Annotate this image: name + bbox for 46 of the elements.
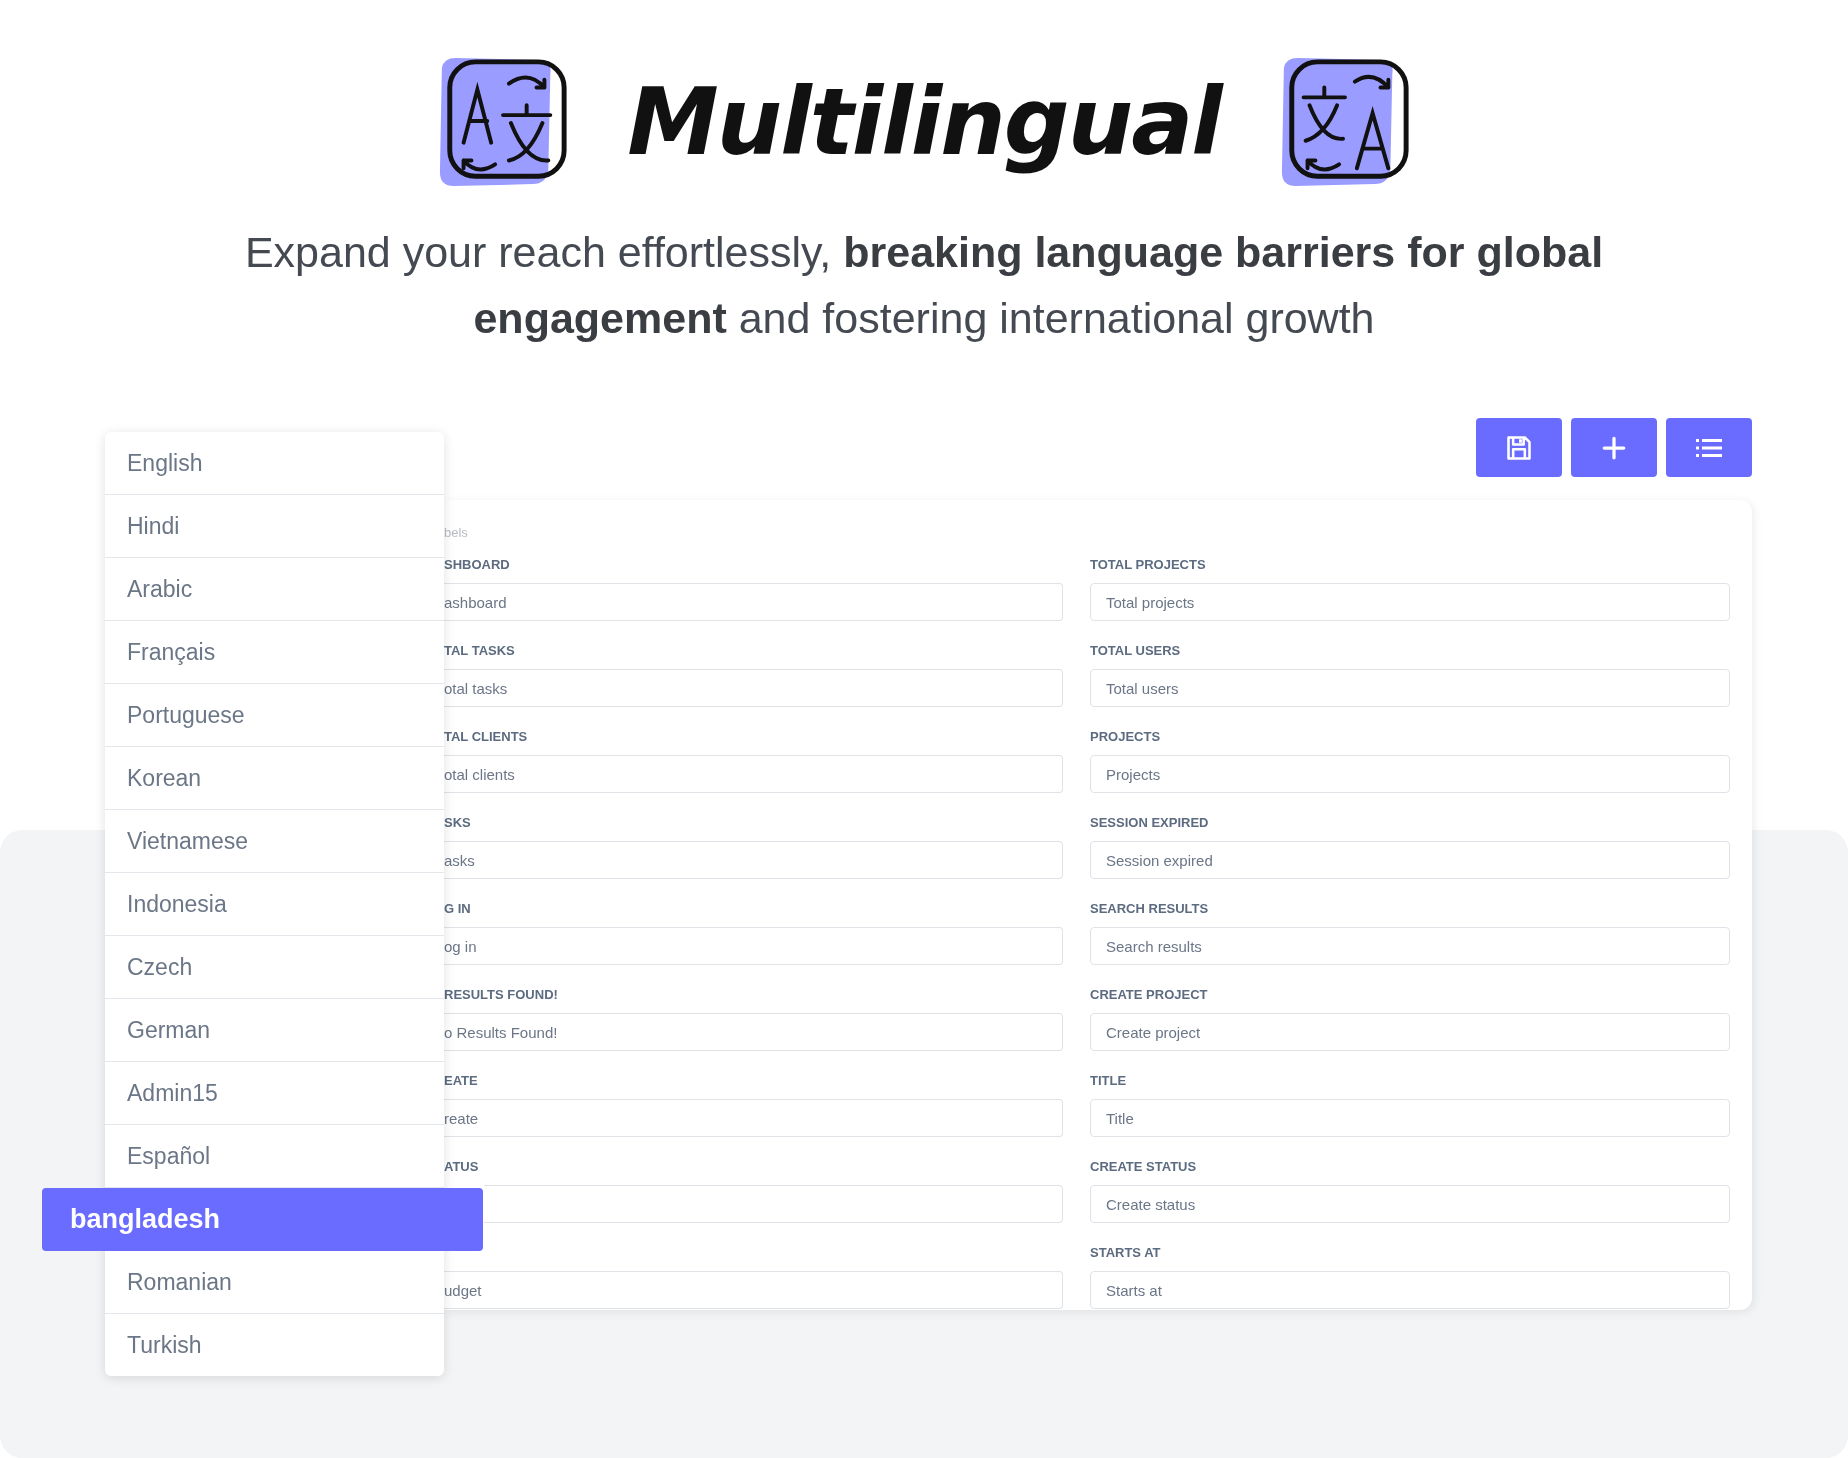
field-label: TOTAL PROJECTS xyxy=(1090,557,1207,573)
input-field[interactable] xyxy=(484,1185,1063,1223)
input-field[interactable]: Search results xyxy=(1090,927,1730,965)
input-field[interactable]: og in xyxy=(444,927,1063,965)
field-label: RESULTS FOUND! xyxy=(444,987,559,1003)
language-item[interactable]: English xyxy=(105,432,444,495)
list-button[interactable] xyxy=(1666,418,1752,477)
input-field[interactable]: Title xyxy=(1090,1099,1730,1137)
field-label: STARTS AT xyxy=(1090,1245,1162,1261)
language-item[interactable]: bangladesh xyxy=(42,1188,483,1251)
field-label: TAL TASKS xyxy=(444,643,516,659)
input-field[interactable]: Total projects xyxy=(1090,583,1730,621)
field-label: TAL CLIENTS xyxy=(444,729,529,745)
input-field[interactable]: asks xyxy=(444,841,1063,879)
field-label: SEARCH RESULTS xyxy=(1090,901,1210,917)
field-label: SKS xyxy=(444,815,472,831)
input-field[interactable]: otal clients xyxy=(444,755,1063,793)
save-icon xyxy=(1505,433,1533,462)
input-field[interactable]: Session expired xyxy=(1090,841,1730,879)
input-field[interactable]: Create status xyxy=(1090,1185,1730,1223)
field-label: SESSION EXPIRED xyxy=(1090,815,1210,831)
field-label: TITLE xyxy=(1090,1073,1128,1089)
field-label: CREATE STATUS xyxy=(1090,1159,1198,1175)
field-label: G IN xyxy=(444,901,472,917)
save-button[interactable] xyxy=(1476,418,1562,477)
language-item[interactable]: Turkish xyxy=(105,1314,444,1376)
input-field[interactable]: udget xyxy=(444,1271,1063,1309)
field-label: CREATE PROJECT xyxy=(1090,987,1209,1003)
field-label: TOTAL USERS xyxy=(1090,643,1182,659)
input-field[interactable]: otal tasks xyxy=(444,669,1063,707)
field-label: ATUS xyxy=(444,1159,480,1175)
input-field[interactable]: Create project xyxy=(1090,1013,1730,1051)
input-field[interactable]: Starts at xyxy=(1090,1271,1730,1309)
section-heading: bels xyxy=(444,526,469,540)
field-label: PROJECTS xyxy=(1090,729,1162,745)
tagline: Expand your reach effortlessly, breaking language barriers for global engagement and fostering international growth xyxy=(243,227,1605,344)
page-title: Multilingual xyxy=(627,69,1221,176)
add-button[interactable] xyxy=(1571,418,1657,477)
input-field[interactable]: Total users xyxy=(1090,669,1730,707)
field-label: SHBOARD xyxy=(444,557,511,573)
plus-icon xyxy=(1601,434,1627,461)
field-label: EATE xyxy=(444,1073,479,1089)
input-field[interactable]: o Results Found! xyxy=(444,1013,1063,1051)
input-field[interactable]: reate xyxy=(444,1099,1063,1137)
input-field[interactable]: Projects xyxy=(1090,755,1730,793)
input-field[interactable]: ashboard xyxy=(444,583,1063,621)
